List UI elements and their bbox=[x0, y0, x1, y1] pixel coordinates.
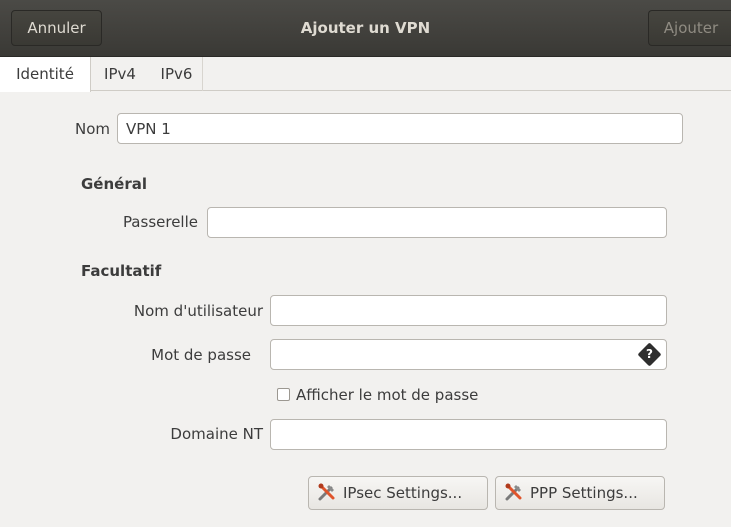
ipsec-button-label: IPsec Settings... bbox=[343, 484, 463, 502]
optional-heading: Facultatif bbox=[81, 262, 162, 280]
nt-domain-input[interactable] bbox=[279, 420, 666, 449]
add-button[interactable]: Ajouter bbox=[648, 10, 731, 46]
gateway-field[interactable] bbox=[207, 207, 667, 238]
gateway-label: Passerelle bbox=[122, 213, 198, 231]
nt-domain-label: Domaine NT bbox=[170, 425, 263, 443]
password-menu-icon[interactable]: ? bbox=[637, 342, 662, 367]
name-label: Nom bbox=[74, 120, 110, 138]
name-input[interactable] bbox=[126, 114, 682, 143]
cancel-button[interactable]: Annuler bbox=[11, 10, 102, 46]
tools-icon bbox=[318, 483, 335, 501]
gateway-input[interactable] bbox=[216, 208, 666, 237]
tab-identity[interactable]: Identité bbox=[0, 57, 91, 92]
tab-bar: Identité IPv4 IPv6 bbox=[0, 57, 731, 92]
username-label: Nom d'utilisateur bbox=[133, 302, 263, 320]
tab-ipv4[interactable]: IPv4 bbox=[95, 57, 145, 91]
password-input[interactable] bbox=[279, 340, 666, 369]
header-bar: Ajouter un VPN Annuler Ajouter bbox=[0, 0, 731, 57]
show-password-checkbox[interactable]: Afficher le mot de passe bbox=[277, 383, 478, 407]
ppp-settings-button[interactable]: PPP Settings... bbox=[495, 476, 665, 510]
tools-icon bbox=[505, 483, 522, 501]
password-field[interactable]: ? bbox=[270, 339, 667, 370]
ipsec-settings-button[interactable]: IPsec Settings... bbox=[308, 476, 488, 510]
checkbox-icon[interactable] bbox=[277, 388, 290, 401]
nt-domain-field[interactable] bbox=[270, 419, 667, 450]
ppp-button-label: PPP Settings... bbox=[530, 484, 638, 502]
general-heading: Général bbox=[81, 175, 147, 193]
username-field[interactable] bbox=[270, 295, 667, 326]
show-password-label: Afficher le mot de passe bbox=[296, 386, 479, 404]
tab-ipv6[interactable]: IPv6 bbox=[151, 57, 203, 91]
username-input[interactable] bbox=[279, 296, 666, 325]
password-label: Mot de passe bbox=[151, 346, 251, 364]
dialog-title: Ajouter un VPN bbox=[300, 19, 431, 37]
name-field[interactable] bbox=[117, 113, 683, 144]
